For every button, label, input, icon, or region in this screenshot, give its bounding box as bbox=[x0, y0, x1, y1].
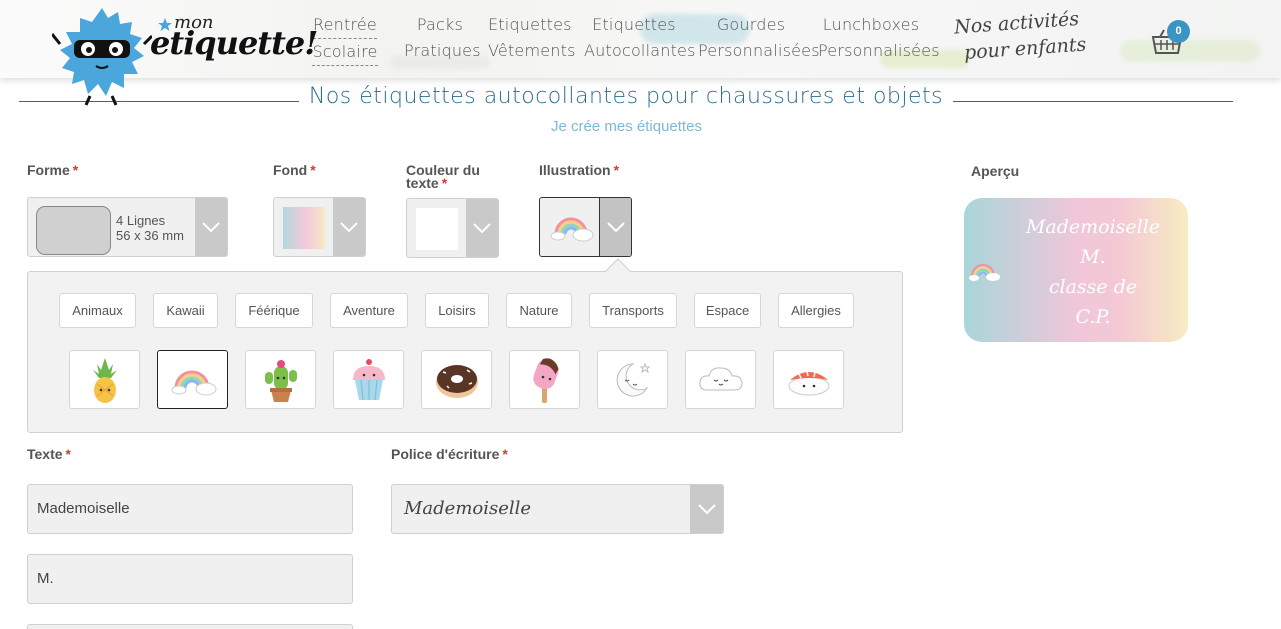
category-animaux[interactable]: Animaux bbox=[59, 293, 136, 328]
police-label: Police d'écriture * bbox=[391, 446, 508, 462]
cloud-icon bbox=[698, 366, 743, 390]
donut-icon bbox=[435, 364, 478, 398]
category-espace[interactable]: Espace bbox=[694, 293, 761, 328]
forme-line1: 4 Lignes bbox=[116, 213, 166, 228]
preview-line: classe de bbox=[1048, 276, 1138, 298]
fond-label: Fond * bbox=[273, 162, 316, 178]
illustration-tile[interactable] bbox=[333, 350, 404, 409]
couleur-select[interactable] bbox=[406, 198, 499, 258]
nav-label: Packs bbox=[416, 15, 464, 34]
nav-label: Etiquettes bbox=[488, 15, 572, 34]
preview-line: Mademoiselle bbox=[1025, 216, 1161, 238]
texte-line2-input[interactable]: M. bbox=[27, 554, 353, 604]
nav-item-packs[interactable]: Packs Pratiques bbox=[404, 12, 481, 64]
cactus-icon bbox=[264, 359, 297, 402]
category-allergies[interactable]: Allergies bbox=[778, 293, 854, 328]
nav-item-etiquettes-vetements[interactable]: Etiquettes Vêtements bbox=[488, 12, 576, 64]
police-select[interactable]: Mademoiselle bbox=[391, 484, 724, 534]
illustration-select[interactable] bbox=[539, 197, 632, 257]
chevron-down-icon[interactable] bbox=[333, 198, 365, 256]
nav-label: Scolaire bbox=[312, 39, 378, 66]
site-logo[interactable]: mon etiquette! bbox=[52, 4, 318, 106]
couleur-label: Couleur du texte * bbox=[406, 162, 480, 191]
sushi-icon bbox=[788, 370, 829, 395]
texte-line1-input[interactable]: Mademoiselle bbox=[27, 484, 353, 534]
nav-label: Gourdes bbox=[716, 15, 786, 34]
nav-label: Autocollantes bbox=[584, 41, 696, 60]
popsicle-icon bbox=[532, 357, 559, 403]
apercu-label: Aperçu bbox=[971, 163, 1020, 179]
decor-brush bbox=[1120, 40, 1260, 62]
police-value: Mademoiselle bbox=[404, 498, 532, 519]
illustration-tile[interactable] bbox=[69, 350, 140, 409]
category-transports[interactable]: Transports bbox=[589, 293, 677, 328]
category-kawaii[interactable]: Kawaii bbox=[153, 293, 218, 328]
forme-line2: 56 x 36 mm bbox=[116, 228, 184, 243]
illustration-tile[interactable] bbox=[773, 350, 844, 409]
rainbow-icon bbox=[171, 370, 216, 395]
forme-select[interactable]: 4 Lignes 56 x 36 mm bbox=[27, 197, 228, 257]
chevron-down-icon[interactable] bbox=[690, 485, 723, 533]
category-loisirs[interactable]: Loisirs bbox=[425, 293, 489, 328]
cart-count-badge: 0 bbox=[1167, 20, 1190, 43]
pineapple-icon bbox=[92, 357, 117, 403]
couleur-swatch bbox=[416, 208, 458, 250]
chevron-down-icon[interactable] bbox=[599, 198, 631, 256]
nav-label: Lunchboxes bbox=[822, 15, 920, 34]
illustration-panel: Animaux Kawaii Féérique Aventure Loisirs… bbox=[27, 271, 903, 433]
forme-label: Forme * bbox=[27, 162, 79, 178]
nav-label: Vêtements bbox=[488, 41, 576, 60]
nav-item-gourdes[interactable]: Gourdes Personnalisées bbox=[698, 12, 820, 64]
fond-select[interactable] bbox=[273, 197, 366, 257]
rainbow-icon bbox=[969, 264, 1000, 281]
preview-line: M. bbox=[1080, 246, 1106, 268]
chevron-down-icon[interactable] bbox=[195, 198, 227, 256]
illustration-tile[interactable] bbox=[245, 350, 316, 409]
illustration-tile[interactable] bbox=[509, 350, 580, 409]
category-nature[interactable]: Nature bbox=[506, 293, 572, 328]
fond-swatch bbox=[283, 207, 325, 249]
nav-label: Pratiques bbox=[404, 41, 481, 60]
nav-label: Personnalisées bbox=[818, 41, 940, 60]
nav-label: Etiquettes bbox=[592, 15, 676, 34]
nav-item-lunchboxes[interactable]: Lunchboxes Personnalisées bbox=[818, 12, 940, 64]
illustration-tile[interactable] bbox=[157, 350, 228, 409]
preview-text: Mademoiselle M. classe de C.P. bbox=[1008, 212, 1178, 332]
nav-label: Personnalisées bbox=[698, 41, 820, 60]
cupcake-icon bbox=[352, 358, 385, 400]
logo-text-etiquette: etiquette! bbox=[150, 24, 318, 62]
rainbow-icon bbox=[550, 217, 594, 242]
nav-item-rentree[interactable]: Rentrée Scolaire bbox=[312, 12, 378, 66]
texte-label: Texte * bbox=[27, 446, 71, 462]
illustration-tile[interactable] bbox=[685, 350, 756, 409]
forme-shape-preview bbox=[36, 206, 111, 255]
preview-line: C.P. bbox=[1075, 306, 1111, 328]
nav-item-etiquettes-autocollantes[interactable]: Etiquettes Autocollantes bbox=[584, 12, 696, 64]
illustration-tile[interactable] bbox=[421, 350, 492, 409]
category-aventure[interactable]: Aventure bbox=[330, 293, 408, 328]
nav-item-activites[interactable]: Nos activités pour enfants bbox=[953, 6, 1087, 67]
forme-value: 4 Lignes 56 x 36 mm bbox=[116, 213, 184, 243]
texte-line3-input[interactable] bbox=[27, 624, 353, 629]
category-feerique[interactable]: Féérique bbox=[235, 293, 313, 328]
illustration-label: Illustration * bbox=[539, 162, 620, 178]
label-preview: Mademoiselle M. classe de C.P. bbox=[964, 198, 1188, 342]
moon-icon bbox=[616, 361, 650, 396]
page-subtitle: Je crée mes étiquettes bbox=[551, 118, 702, 135]
illustration-tile[interactable] bbox=[597, 350, 668, 409]
chevron-down-icon[interactable] bbox=[466, 199, 498, 257]
nav-label: Rentrée bbox=[313, 12, 377, 39]
monster-mascot-icon bbox=[52, 8, 152, 106]
